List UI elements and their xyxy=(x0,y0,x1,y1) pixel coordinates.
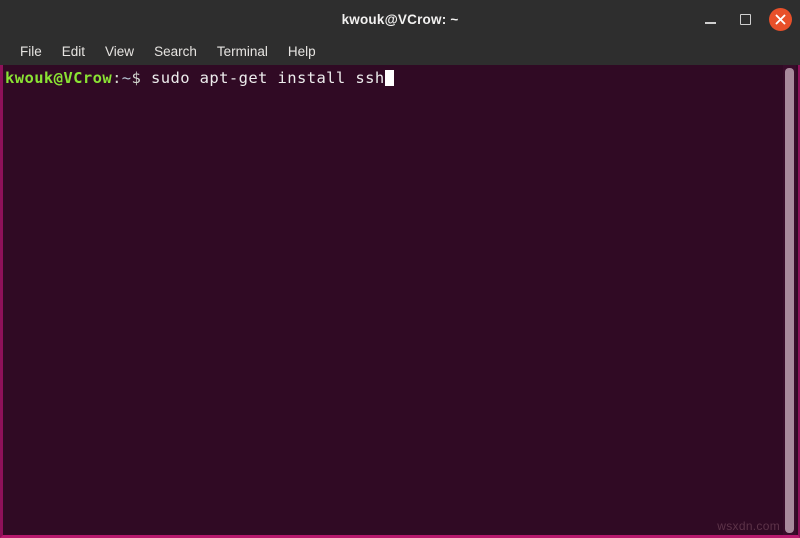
terminal-line: kwouk@VCrow:~$ sudo apt-get install ssh xyxy=(5,69,798,88)
window-controls xyxy=(699,0,792,38)
maximize-icon xyxy=(739,13,751,25)
menu-bar: File Edit View Search Terminal Help xyxy=(0,38,800,65)
menu-item-view[interactable]: View xyxy=(95,42,144,61)
terminal-window: kwouk@VCrow: ~ File Edit View Search Ter… xyxy=(0,0,800,538)
maximize-button[interactable] xyxy=(734,8,756,30)
terminal-scrollbar[interactable] xyxy=(783,65,796,535)
menu-item-search[interactable]: Search xyxy=(144,42,207,61)
minimize-button[interactable] xyxy=(699,8,721,30)
terminal-area[interactable]: kwouk@VCrow:~$ sudo apt-get install ssh … xyxy=(0,65,800,538)
menu-item-edit[interactable]: Edit xyxy=(52,42,95,61)
command-text: sudo apt-get install ssh xyxy=(141,69,385,87)
close-button[interactable] xyxy=(769,7,792,31)
watermark: wsxdn.com xyxy=(717,519,780,533)
terminal-screen[interactable]: kwouk@VCrow:~$ sudo apt-get install ssh xyxy=(3,65,798,535)
menu-item-help[interactable]: Help xyxy=(278,42,326,61)
prompt-separator: : xyxy=(112,69,122,87)
close-icon xyxy=(775,14,786,24)
text-cursor xyxy=(384,70,394,86)
menu-item-file[interactable]: File xyxy=(10,42,52,61)
prompt-path: ~ xyxy=(121,69,132,87)
window-title: kwouk@VCrow: ~ xyxy=(341,11,459,27)
prompt-sigil: $ xyxy=(131,69,142,87)
prompt-user-host: kwouk@VCrow xyxy=(5,69,113,87)
scrollbar-thumb[interactable] xyxy=(785,68,794,534)
title-bar[interactable]: kwouk@VCrow: ~ xyxy=(0,0,800,38)
menu-item-terminal[interactable]: Terminal xyxy=(207,42,278,61)
minimize-icon xyxy=(704,21,716,24)
